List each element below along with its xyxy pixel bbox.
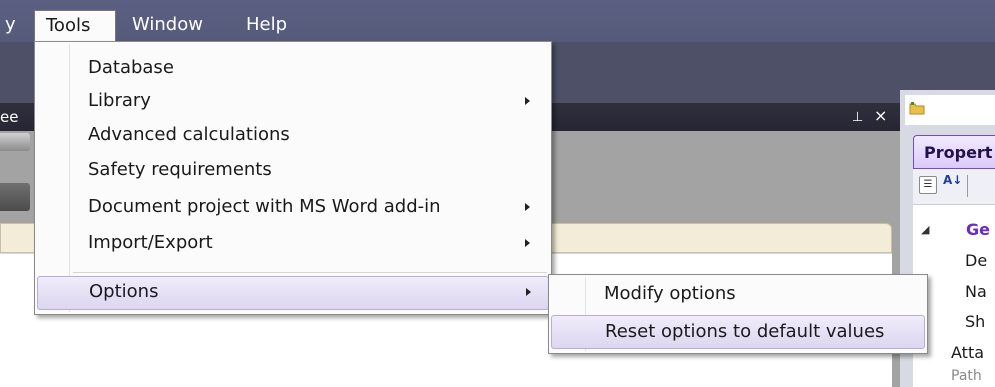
close-icon[interactable]: ×	[874, 102, 887, 130]
folder-icon[interactable]	[909, 101, 925, 115]
properties-toolbar: ☰ A↓	[913, 169, 995, 205]
menu-item-modify-options[interactable]: Modify options	[551, 278, 925, 312]
menu-item-library[interactable]: Library	[37, 86, 549, 120]
property-row[interactable]: Path	[951, 368, 982, 384]
menu-item-label: Safety requirements	[88, 159, 272, 180]
menu-item-label: Options	[89, 281, 159, 302]
property-row[interactable]: Na	[965, 282, 987, 301]
property-row[interactable]: Sh	[965, 312, 985, 331]
properties-panel-toolbar	[905, 95, 995, 125]
menu-item-database[interactable]: Database	[37, 53, 549, 87]
property-category[interactable]: Ge	[966, 220, 990, 239]
categorized-icon[interactable]: ☰	[919, 176, 937, 194]
menu-tools[interactable]: Tools	[34, 10, 116, 42]
menu-bar: y Tools Window Help	[0, 0, 995, 42]
menu-item-reset-options[interactable]: Reset options to default values	[551, 315, 925, 349]
property-row[interactable]: Atta	[951, 343, 984, 362]
submenu-arrow-icon	[525, 239, 530, 247]
sort-az-icon[interactable]: A↓	[943, 174, 962, 186]
menu-item-label: Library	[88, 90, 151, 111]
menu-item-options[interactable]: Options	[37, 276, 549, 310]
collapse-icon[interactable]: ◢	[921, 223, 929, 236]
submenu-arrow-icon	[526, 288, 531, 296]
menu-item-safety-requirements[interactable]: Safety requirements	[37, 155, 549, 189]
menu-item-advanced-calculations[interactable]: Advanced calculations	[37, 120, 549, 154]
menu-item-label: Import/Export	[88, 232, 213, 253]
panel-title: ee	[0, 108, 19, 126]
ribbon-button[interactable]	[0, 183, 30, 211]
menu-item-label: Advanced calculations	[88, 124, 290, 145]
tools-menu: Database Library Advanced calculations S…	[34, 41, 552, 315]
submenu-arrow-icon	[525, 203, 530, 211]
submenu-arrow-icon	[525, 97, 530, 105]
tab-properties[interactable]: Propert	[913, 135, 995, 169]
pin-icon[interactable]: ⊥	[852, 104, 863, 132]
options-submenu: Modify options Reset options to default …	[548, 274, 928, 354]
toolbar-separator	[967, 175, 968, 197]
ribbon-button[interactable]	[0, 133, 30, 151]
menu-separator	[73, 272, 547, 273]
menu-item-document-project[interactable]: Document project with MS Word add-in	[37, 192, 549, 226]
menu-window[interactable]: Window	[121, 10, 214, 42]
menu-item-label: Document project with MS Word add-in	[88, 196, 441, 217]
menu-help[interactable]: Help	[235, 10, 298, 42]
menu-item-import-export[interactable]: Import/Export	[37, 228, 549, 262]
menu-partial-item[interactable]: y	[0, 10, 27, 42]
property-row[interactable]: De	[965, 251, 987, 270]
menu-item-label: Reset options to default values	[605, 321, 885, 342]
menu-item-label: Modify options	[604, 283, 736, 304]
menu-item-label: Database	[88, 57, 174, 78]
